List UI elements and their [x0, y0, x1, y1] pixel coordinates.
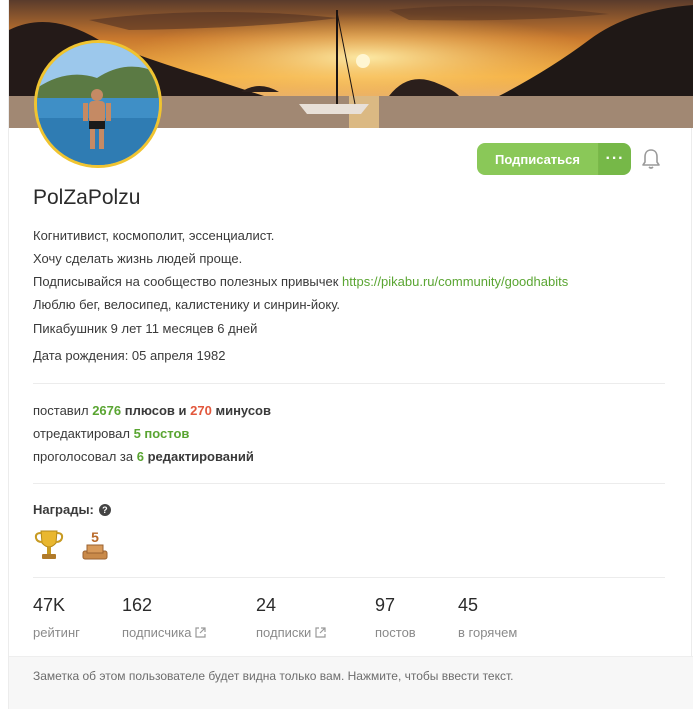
avatar[interactable]: [34, 40, 162, 168]
bio-line: Когнитивист, космополит, эссенциалист.: [33, 228, 275, 243]
edited-link[interactable]: 5 постов: [134, 426, 190, 441]
bio: Когнитивист, космополит, эссенциалист. Х…: [33, 224, 568, 316]
counter-value: 45: [458, 595, 479, 615]
votes-stat: поставил 2676 плюсов и 270 минусов: [33, 399, 271, 422]
divider: [33, 383, 665, 384]
counter-label: подписчика: [122, 625, 192, 640]
activity-stats: поставил 2676 плюсов и 270 минусов отред…: [33, 399, 271, 468]
bio-line: Хочу сделать жизнь людей проще.: [33, 251, 243, 266]
profile-counters: 47K рейтинг 162 подписчика 24 подписки 9…: [33, 595, 558, 645]
svg-text:5: 5: [91, 529, 99, 545]
profile-card: Подписаться ··· PolZaPolzu Когнитивист, …: [8, 0, 693, 709]
trophy-icon[interactable]: [33, 527, 65, 563]
voted-prefix: проголосовал за: [33, 449, 137, 464]
counter-value: 162: [122, 595, 153, 615]
divider: [33, 483, 665, 484]
help-icon[interactable]: ?: [98, 503, 111, 516]
votes-suffix: минусов: [211, 403, 271, 418]
counter-label: постов: [375, 625, 416, 640]
awards-title: Награды: ?: [33, 502, 111, 517]
counter-posts: 97 постов: [375, 595, 458, 645]
bio-line-with-link: Подписывайся на сообщество полезных прив…: [33, 270, 568, 293]
subscribe-group: Подписаться ···: [477, 143, 631, 175]
counter-label: в горячем: [458, 625, 518, 640]
five-years-medal-icon[interactable]: 5: [79, 527, 111, 563]
username: PolZaPolzu: [33, 186, 141, 209]
external-link-icon: [315, 627, 326, 638]
external-link-icon: [195, 627, 207, 638]
votes-mid: плюсов и: [121, 403, 191, 418]
counter-hot: 45 в горячем: [458, 595, 558, 645]
counter-rating: 47K рейтинг: [33, 595, 122, 645]
counter-value: 97: [375, 595, 396, 615]
voted-count: 6: [136, 449, 144, 464]
bio-line: Люблю бег, велосипед, калистенику и синр…: [33, 297, 340, 312]
tenure: Пикабушник 9 лет 11 месяцев 6 дней: [33, 321, 258, 336]
edited-prefix: отредактировал: [33, 426, 134, 441]
plus-count: 2676: [92, 403, 122, 418]
bio-link-prefix: Подписывайся на сообщество полезных прив…: [33, 274, 343, 289]
awards-label: Награды:: [33, 502, 94, 517]
counter-label: рейтинг: [33, 625, 80, 640]
avatar-photo: [37, 43, 159, 165]
counter-subscribers[interactable]: 162 подписчика: [122, 595, 256, 645]
counter-subscriptions[interactable]: 24 подписки: [256, 595, 375, 645]
voted-suffix: редактирований: [143, 449, 254, 464]
bell-icon[interactable]: [641, 148, 661, 170]
birthday: Дата рождения: 05 апреля 1982: [33, 348, 226, 363]
divider: [33, 577, 665, 578]
counter-value: 24: [256, 595, 277, 615]
votes-prefix: поставил: [33, 403, 93, 418]
user-note-field[interactable]: Заметка об этом пользователе будет видна…: [9, 656, 693, 709]
counter-value: 47K: [33, 595, 66, 615]
minus-count: 270: [190, 403, 212, 418]
voted-stat: проголосовал за 6 редактирований: [33, 445, 271, 468]
subscribe-button[interactable]: Подписаться: [477, 143, 599, 175]
counter-label: подписки: [256, 625, 312, 640]
edited-stat: отредактировал 5 постов: [33, 422, 271, 445]
more-options-button[interactable]: ···: [599, 143, 631, 175]
community-link[interactable]: https://pikabu.ru/community/goodhabits: [342, 274, 568, 289]
